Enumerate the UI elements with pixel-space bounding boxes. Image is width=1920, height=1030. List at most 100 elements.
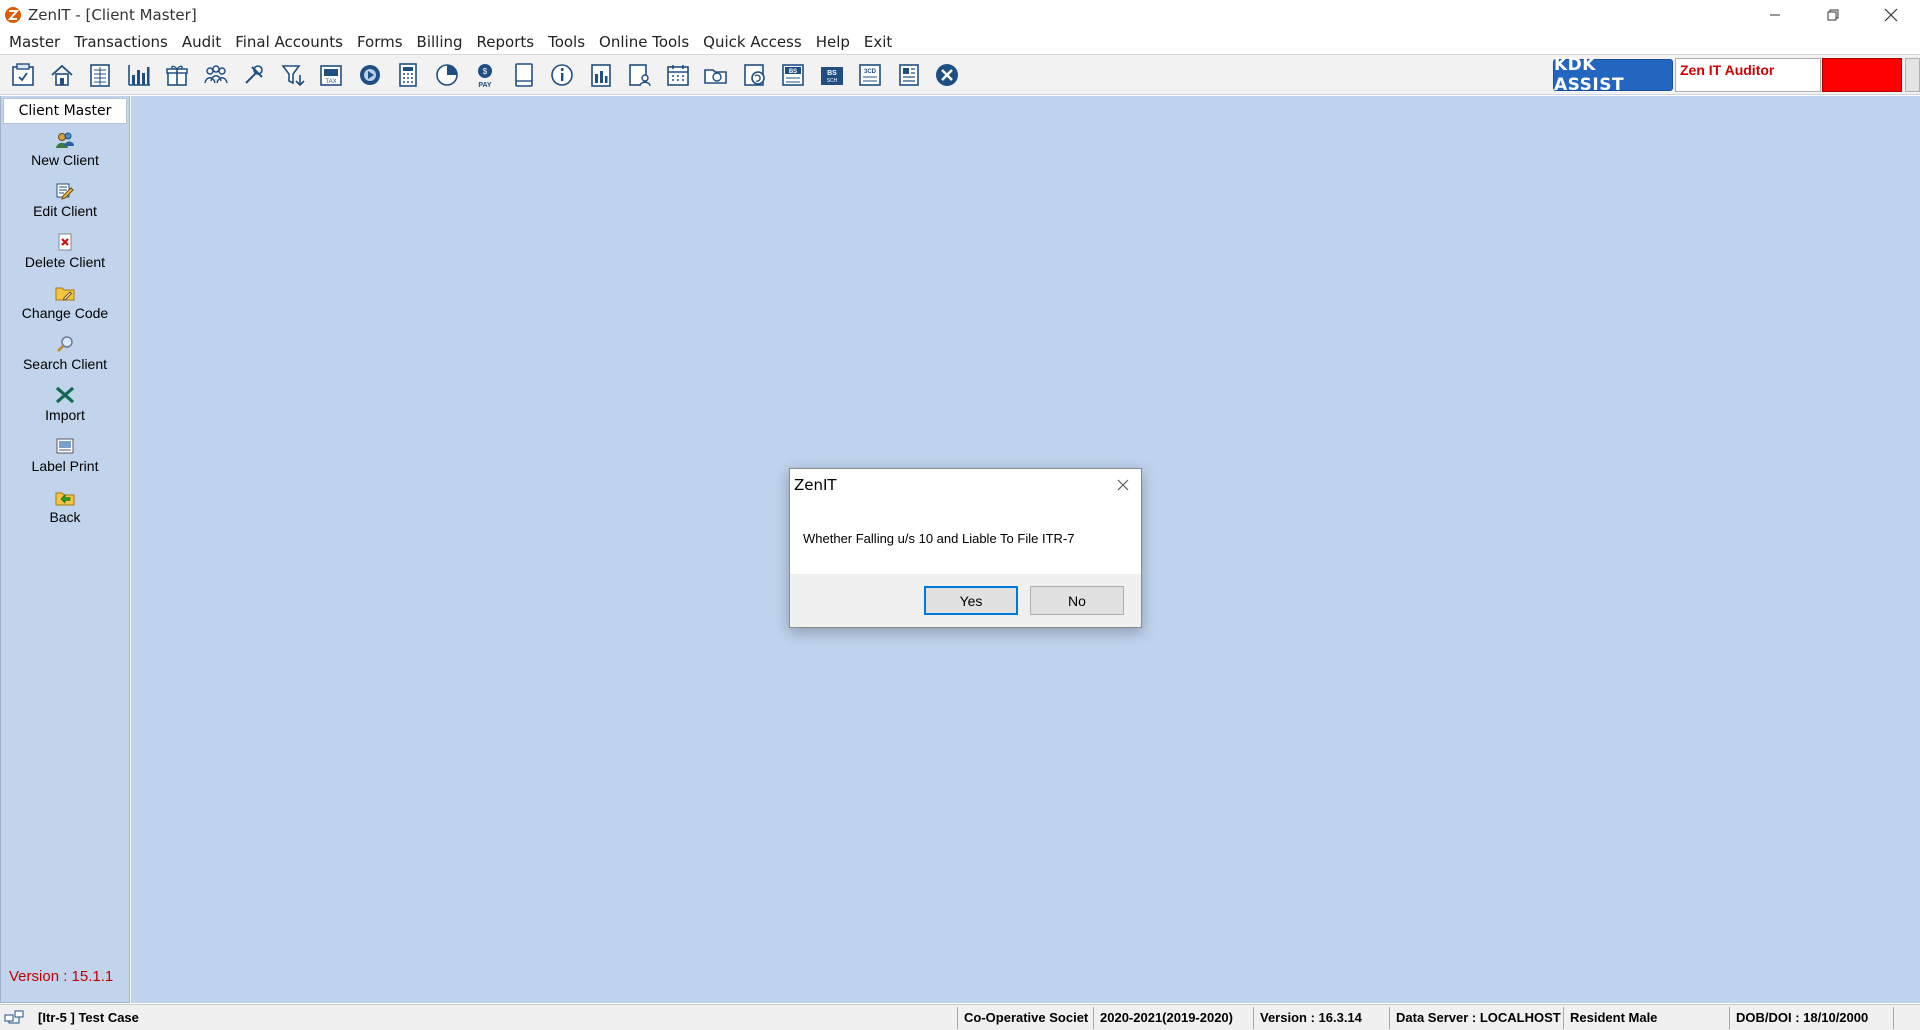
network-icon	[4, 1010, 24, 1024]
pay-icon: $ PAY	[478, 64, 493, 89]
sidebar-item-label: Edit Client	[33, 203, 97, 219]
bs-sch-icon: BSSCH	[820, 67, 843, 85]
toolbar-button-bs-sch[interactable]: BS SCH	[813, 59, 852, 91]
info-icon	[551, 64, 574, 86]
sidebar-item-label: Back	[49, 509, 81, 525]
edit-icon	[56, 183, 74, 200]
sidebar-item-label-print[interactable]: Label Print	[1, 430, 129, 481]
svg-text:TAX: TAX	[326, 79, 337, 85]
sidebar-item-import[interactable]: Import	[1, 379, 129, 430]
toolbar-button-refresh[interactable]	[736, 59, 775, 91]
sidebar-item-label: New Client	[31, 152, 99, 168]
zenit-window: ZenIT - [Client Master] Master Transacti…	[0, 0, 1920, 1030]
menu-online-tools[interactable]: Online Tools	[592, 30, 696, 54]
toolbar-button-tax[interactable]: TAX	[312, 59, 351, 91]
toolbar-button-media[interactable]	[351, 59, 390, 91]
sidebar-item-delete-client[interactable]: Delete Client	[1, 226, 129, 277]
toolbar-button-folder-camera[interactable]	[697, 59, 736, 91]
dialog-body: ZenIT Whether Falling u/s 10 and Liable …	[790, 469, 1141, 574]
toolbar-button-report[interactable]	[4, 59, 43, 91]
media-icon	[359, 65, 380, 85]
confirm-dialog: ZenIT Whether Falling u/s 10 and Liable …	[789, 468, 1142, 628]
menu-audit[interactable]: Audit	[175, 30, 228, 54]
toolbar-button-bs[interactable]: BS	[774, 59, 813, 91]
svg-text:BS: BS	[827, 70, 837, 77]
toolbar-button-ledger[interactable]	[81, 59, 120, 91]
minimize-icon	[1770, 14, 1780, 16]
notes-icon	[898, 64, 919, 86]
menu-forms[interactable]: Forms	[350, 30, 410, 54]
home-icon	[51, 64, 73, 86]
alert-indicator	[1822, 58, 1902, 92]
sidebar-header: Client Master	[3, 98, 127, 124]
restore-icon	[1827, 9, 1839, 21]
svg-text:3CD: 3CD	[864, 69, 877, 75]
toolbar-button-tools[interactable]	[235, 59, 274, 91]
menu-quick-access[interactable]: Quick Access	[696, 30, 809, 54]
svg-text:$: $	[483, 67, 488, 76]
chart-icon	[127, 65, 150, 86]
toolbar-button-calendar[interactable]	[659, 59, 698, 91]
label-icon	[56, 438, 74, 454]
toolbar-button-3cd[interactable]: 3CD	[851, 59, 890, 91]
toolbar-button-pay[interactable]: $ PAY	[466, 59, 505, 91]
no-button[interactable]: No	[1030, 586, 1124, 615]
toolbar-button-group[interactable]	[197, 59, 236, 91]
toolbar-button-filter[interactable]	[274, 59, 313, 91]
folder-camera-icon	[704, 69, 728, 84]
restore-button[interactable]	[1804, 0, 1862, 30]
refresh-icon	[743, 64, 765, 86]
toolbar-overflow[interactable]	[1905, 58, 1920, 92]
toolbar-icons: TAX $ PAY BS BS SCH 3CD	[4, 59, 967, 91]
sidebar-item-new-client[interactable]: New Client	[1, 124, 129, 175]
sidebar-item-label: Import	[45, 407, 85, 423]
toolbar-button-home[interactable]	[43, 59, 82, 91]
status-extra	[1893, 1007, 1920, 1029]
tablet-icon	[514, 63, 533, 87]
toolbar-button-close[interactable]	[928, 59, 967, 91]
toolbar-button-tablet[interactable]	[505, 59, 544, 91]
title-bar: ZenIT - [Client Master]	[0, 0, 1920, 30]
pie-icon	[435, 64, 458, 86]
dialog-message: Whether Falling u/s 10 and Liable To Fil…	[803, 531, 1075, 546]
menu-master[interactable]: Master	[2, 30, 67, 54]
sidebar-item-label: Search Client	[22, 356, 108, 372]
kdk-assist-button[interactable]: KDK ASSIST	[1553, 55, 1673, 95]
menu-billing[interactable]: Billing	[410, 30, 470, 54]
menu-exit[interactable]: Exit	[857, 30, 899, 54]
toolbar-button-summary[interactable]	[582, 59, 621, 91]
toolbar-button-info[interactable]	[543, 59, 582, 91]
toolbar-button-person-doc[interactable]	[620, 59, 659, 91]
toolbar-button-calculator[interactable]	[389, 59, 428, 91]
sidebar-item-search-client[interactable]: Search Client	[1, 328, 129, 379]
excel-icon	[55, 386, 75, 404]
delete-icon	[58, 233, 72, 251]
sidebar-item-change-code[interactable]: Change Code	[1, 277, 129, 328]
menu-tools[interactable]: Tools	[541, 30, 592, 54]
dialog-close-icon[interactable]	[1115, 477, 1131, 493]
svg-text:SCH: SCH	[826, 78, 837, 84]
status-assessee-type: Co-Operative Societ	[957, 1007, 1093, 1029]
search-icon	[57, 336, 73, 352]
sidebar-item-back[interactable]: Back	[1, 481, 129, 532]
menu-reports[interactable]: Reports	[470, 30, 542, 54]
menu-bar: Master Transactions Audit Final Accounts…	[0, 30, 1920, 54]
zenit-logo-icon	[5, 7, 21, 23]
folder-edit-icon	[55, 287, 75, 301]
sidebar-item-edit-client[interactable]: Edit Client	[1, 175, 129, 226]
yes-button[interactable]: Yes	[924, 586, 1018, 615]
menu-help[interactable]: Help	[809, 30, 857, 54]
sidebar-item-label: Delete Client	[24, 254, 106, 270]
toolbar-button-chart[interactable]	[120, 59, 159, 91]
close-window-button[interactable]	[1862, 0, 1920, 30]
menu-transactions[interactable]: Transactions	[67, 30, 175, 54]
toolbar-button-gift[interactable]	[158, 59, 197, 91]
toolbar-button-notes[interactable]	[890, 59, 929, 91]
calendar-icon	[666, 65, 689, 86]
minimize-button[interactable]	[1746, 0, 1804, 30]
menu-final-accounts[interactable]: Final Accounts	[228, 30, 350, 54]
status-bar: [Itr-5 ] Test Case Co-Operative Societ 2…	[0, 1004, 1920, 1030]
toolbar-button-pie[interactable]	[428, 59, 467, 91]
bs-icon: BS	[782, 64, 805, 86]
filter-icon	[281, 65, 305, 87]
